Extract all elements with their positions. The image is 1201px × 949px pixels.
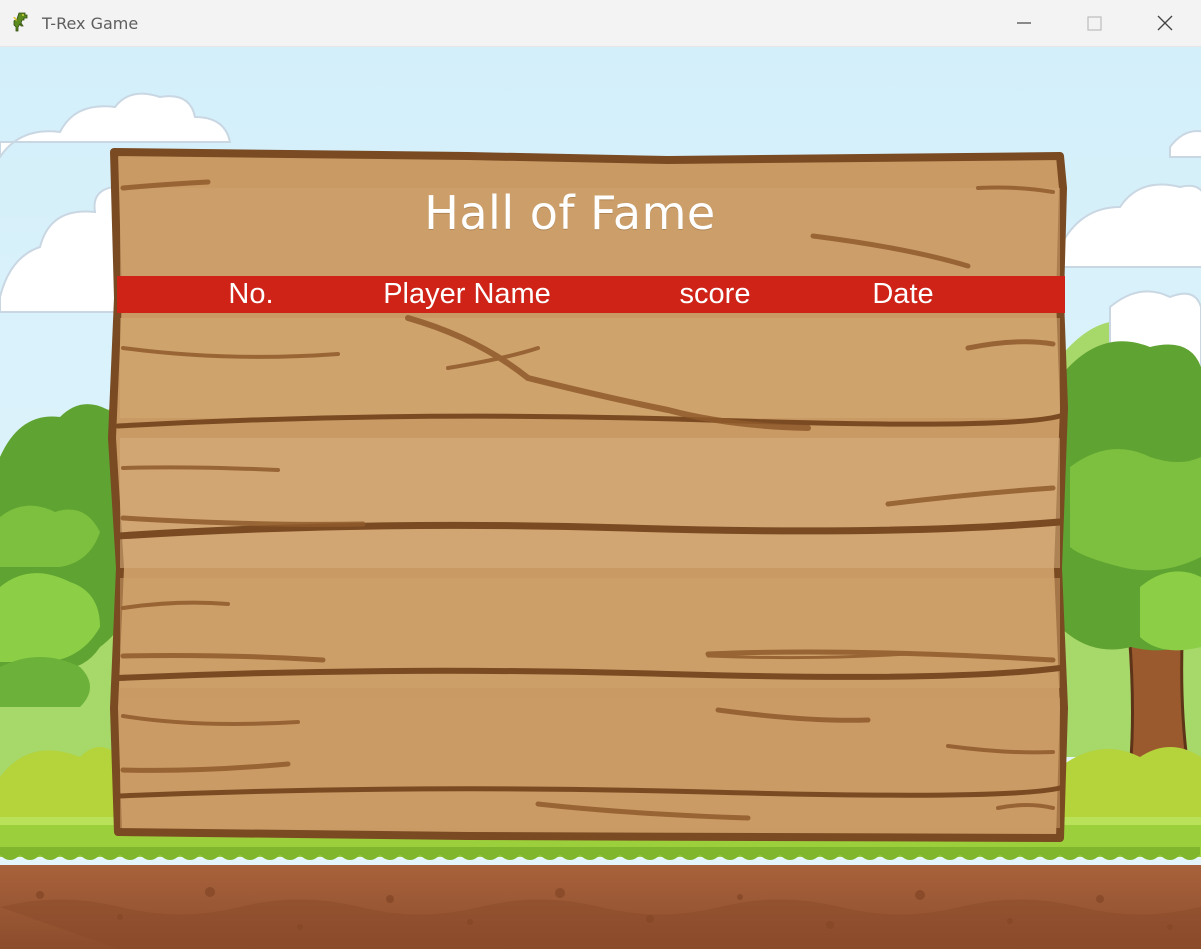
dinosaur-icon [10, 12, 30, 34]
wooden-sign [108, 148, 1068, 842]
hall-of-fame-board [108, 148, 1068, 842]
column-header-score: score [679, 278, 751, 310]
column-header-player-name: Player Name [383, 278, 551, 310]
maximize-button[interactable] [1060, 0, 1128, 46]
window-title: T-Rex Game [42, 14, 139, 33]
board-title: Hall of Fame [424, 186, 716, 240]
close-icon [1157, 15, 1173, 31]
column-header-no: No. [228, 278, 274, 310]
minimize-icon [1017, 22, 1031, 24]
minimize-button[interactable] [990, 0, 1058, 46]
title-bar[interactable]: T-Rex Game [0, 0, 1201, 47]
maximize-icon [1087, 16, 1102, 31]
close-button[interactable] [1131, 0, 1199, 46]
game-window: T-Rex Game Hall of Fame No. Player Name … [0, 0, 1201, 949]
column-header-date: Date [872, 278, 934, 310]
